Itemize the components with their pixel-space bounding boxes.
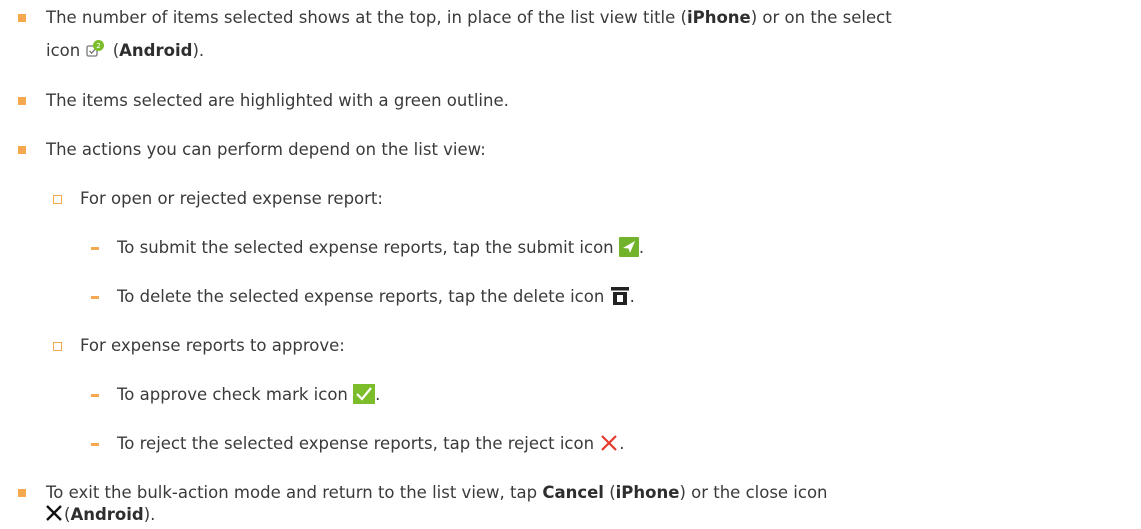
iphone-label: iPhone: [615, 483, 680, 502]
highlight-text: The items selected are highlighted with …: [46, 91, 509, 110]
iphone-label: iPhone: [686, 8, 751, 27]
android-label: Android: [70, 505, 144, 524]
delete-line: To delete the selected expense reports, …: [117, 286, 635, 312]
bullet-dash: [91, 443, 99, 446]
exit-line-1: To exit the bulk-action mode and return …: [46, 483, 828, 502]
bullet-square: [18, 14, 26, 22]
check-mark-icon: [353, 384, 376, 410]
selected-count-line-1: The number of items selected shows at th…: [46, 8, 892, 27]
cancel-label: Cancel: [542, 483, 604, 502]
reject-icon: [599, 433, 619, 459]
delete-icon: [610, 286, 630, 312]
bullet-square: [18, 489, 26, 497]
open-rejected-heading: For open or rejected expense report:: [80, 189, 383, 208]
reject-line: To reject the selected expense reports, …: [117, 433, 625, 459]
approve-heading: For expense reports to approve:: [80, 336, 345, 355]
exit-line-2: (Android).: [44, 503, 155, 529]
select-badge-icon: 2: [85, 39, 107, 65]
bullet-square: [18, 97, 26, 105]
actions-intro-text: The actions you can perform depend on th…: [46, 140, 486, 159]
android-label: Android: [119, 41, 193, 60]
submit-icon: [618, 237, 639, 263]
approve-line: To approve check mark icon .: [117, 384, 380, 410]
bullet-dash: [91, 394, 99, 397]
selected-count-line-2: icon 2 (Android).: [46, 39, 204, 65]
close-icon: [44, 503, 64, 529]
svg-text:2: 2: [97, 42, 101, 50]
bullet-square: [18, 146, 26, 154]
bullet-hollow-square: [53, 195, 62, 204]
bullet-dash: [91, 247, 99, 250]
bullet-hollow-square: [53, 342, 62, 351]
bullet-dash: [91, 296, 99, 299]
submit-line: To submit the selected expense reports, …: [117, 237, 644, 263]
